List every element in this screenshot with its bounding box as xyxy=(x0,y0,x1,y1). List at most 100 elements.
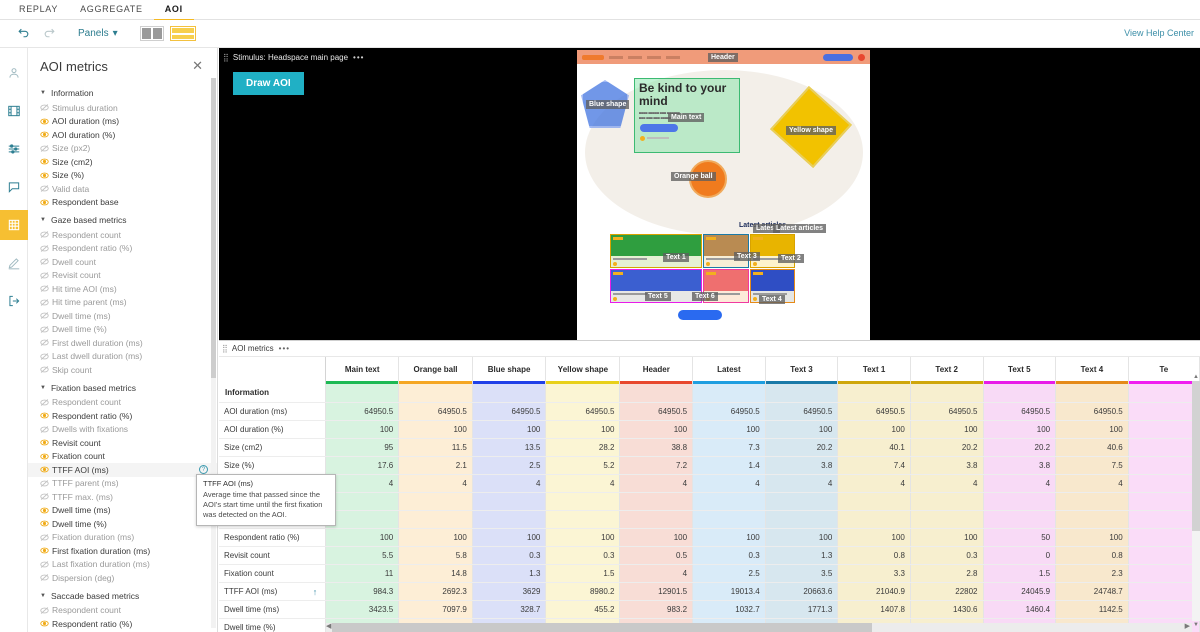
aoi-label-yellow-shape[interactable]: Yellow shape xyxy=(786,126,836,135)
metric-item-ttff-max-ms-[interactable]: TTFF max. (ms) xyxy=(28,490,217,504)
settings-sliders-icon[interactable] xyxy=(0,134,28,164)
metric-item-respondent-count[interactable]: Respondent count xyxy=(28,228,217,242)
undo-icon[interactable] xyxy=(10,21,36,47)
row-label[interactable]: Information xyxy=(219,384,327,403)
row-label[interactable]: AOI duration (%) xyxy=(219,420,327,439)
tag-icon[interactable] xyxy=(0,172,28,202)
aoi-text-3[interactable] xyxy=(703,234,749,268)
metric-item-last-fixation-duration-ms-[interactable]: Last fixation duration (ms) xyxy=(28,558,217,572)
tab-aoi[interactable]: AOI xyxy=(153,0,194,21)
scroll-right-icon[interactable]: ▶ xyxy=(1185,622,1190,630)
row-label[interactable]: Dwell time (%) xyxy=(219,618,327,632)
scroll-down-icon[interactable]: ▼ xyxy=(1193,622,1199,628)
aoi-label-text-5[interactable]: Text 5 xyxy=(645,292,671,301)
table-drag-handle-icon[interactable]: ⣿ xyxy=(222,344,228,353)
metric-item-fixation-count[interactable]: Fixation count xyxy=(28,450,217,464)
metric-item-aoi-duration-[interactable]: AOI duration (%) xyxy=(28,128,217,142)
column-header-latest[interactable]: Latest xyxy=(692,357,766,381)
sidebar-scrollbar-thumb[interactable] xyxy=(211,78,216,378)
column-header-header[interactable]: Header xyxy=(619,357,694,381)
metric-item-skip-count[interactable]: Skip count xyxy=(28,363,217,377)
edit-pencil-icon[interactable] xyxy=(0,248,28,278)
draw-aoi-button[interactable]: Draw AOI xyxy=(233,72,304,95)
metric-item-revisit-count[interactable]: Revisit count xyxy=(28,436,217,450)
row-label[interactable]: Revisit count xyxy=(219,546,327,565)
aoi-label-latest-articles[interactable]: Latest articles xyxy=(773,224,827,233)
metric-item-ttff-aoi-ms-[interactable]: TTFF AOI (ms)? xyxy=(28,463,217,477)
column-header-blue-shape[interactable]: Blue shape xyxy=(472,357,547,381)
tab-aggregate[interactable]: AGGREGATE xyxy=(69,0,154,21)
metric-item-size-[interactable]: Size (%) xyxy=(28,169,217,183)
metric-item-respondent-ratio-[interactable]: Respondent ratio (%) xyxy=(28,617,217,631)
scroll-left-icon[interactable]: ◀ xyxy=(326,622,331,630)
table-horizontal-scrollbar-thumb[interactable] xyxy=(332,623,872,632)
table-horizontal-scrollbar[interactable]: ◀ ▶ xyxy=(326,623,1192,632)
help-icon[interactable]: ? xyxy=(199,465,208,475)
aoi-label-text-1[interactable]: Text 1 xyxy=(663,253,689,262)
metric-item-dwell-time-[interactable]: Dwell time (%) xyxy=(28,323,217,337)
metric-item-first-dwell-duration-ms-[interactable]: First dwell duration (ms) xyxy=(28,336,217,350)
metric-item-respondent-ratio-[interactable]: Respondent ratio (%) xyxy=(28,409,217,423)
row-label[interactable]: AOI duration (ms) xyxy=(219,402,327,421)
metric-item-size-cm2-[interactable]: Size (cm2) xyxy=(28,155,217,169)
stimulus-image[interactable]: Be kind to your mind ▄▄▄▄ ▄▄▄▄▄ ▄▄▄ ▄▄▄▄… xyxy=(577,50,870,340)
column-header-text-2[interactable]: Text 2 xyxy=(910,357,984,381)
metric-item-fixation-duration-ms-[interactable]: Fixation duration (ms) xyxy=(28,531,217,545)
column-header-main-text[interactable]: Main text xyxy=(325,357,400,381)
media-film-icon[interactable] xyxy=(0,96,28,126)
tab-replay[interactable]: REPLAY xyxy=(8,0,69,21)
metric-item-dwell-time-ms-[interactable]: Dwell time (ms) xyxy=(28,504,217,518)
row-label[interactable]: TTFF AOI (ms) ↑ xyxy=(219,582,327,601)
table-more-menu[interactable]: ••• xyxy=(279,344,290,353)
metric-item-ttff-parent-ms-[interactable]: TTFF parent (ms) xyxy=(28,477,217,491)
column-header-text-4[interactable]: Text 4 xyxy=(1055,357,1129,381)
row-label[interactable]: Fixation count xyxy=(219,564,327,583)
metric-item-aoi-duration-ms-[interactable]: AOI duration (ms) xyxy=(28,115,217,129)
metric-item-respondent-count[interactable]: Respondent count xyxy=(28,396,217,410)
column-header-te[interactable]: Te xyxy=(1128,357,1200,381)
aoi-label-text-3[interactable]: Text 3 xyxy=(734,252,760,261)
metrics-grid-icon[interactable] xyxy=(0,210,28,240)
metric-item-respondent-base[interactable]: Respondent base xyxy=(28,196,217,210)
view-help-center-link[interactable]: View Help Center xyxy=(1124,28,1194,38)
panels-dropdown[interactable]: Panels ▾ xyxy=(72,28,124,39)
row-label[interactable]: Size (cm2) xyxy=(219,438,327,457)
metrics-group-information[interactable]: ▼ Information xyxy=(28,82,217,101)
metrics-group-gaze-based-metrics[interactable]: ▼ Gaze based metrics xyxy=(28,209,217,228)
table-vertical-scrollbar-thumb[interactable] xyxy=(1192,381,1200,531)
aoi-label-header[interactable]: Header xyxy=(708,53,738,62)
metric-item-respondent-count[interactable]: Respondent count xyxy=(28,604,217,618)
close-icon[interactable]: ✕ xyxy=(192,58,207,74)
redo-icon[interactable] xyxy=(36,21,62,47)
aoi-text-1[interactable] xyxy=(610,234,702,268)
layout-split-vertical-button[interactable] xyxy=(139,26,164,41)
metric-item-last-dwell-duration-ms-[interactable]: Last dwell duration (ms) xyxy=(28,350,217,364)
scroll-up-icon[interactable]: ▲ xyxy=(1193,374,1199,380)
aoi-label-main-text[interactable]: Main text xyxy=(668,113,705,122)
column-header-text-1[interactable]: Text 1 xyxy=(837,357,911,381)
metric-item-size-px2-[interactable]: Size (px2) xyxy=(28,142,217,156)
metric-item-hit-time-parent-ms-[interactable]: Hit time parent (ms) xyxy=(28,296,217,310)
metric-item-respondent-ratio-[interactable]: Respondent ratio (%) xyxy=(28,242,217,256)
metric-item-stimulus-duration[interactable]: Stimulus duration xyxy=(28,101,217,115)
metric-item-dwell-time-ms-[interactable]: Dwell time (ms) xyxy=(28,309,217,323)
stimulus-more-menu[interactable]: ••• xyxy=(353,53,364,62)
metric-item-first-fixation-duration-ms-[interactable]: First fixation duration (ms) xyxy=(28,544,217,558)
column-header-yellow-shape[interactable]: Yellow shape xyxy=(545,357,621,381)
metric-item-revisit-count[interactable]: Revisit count xyxy=(28,269,217,283)
metric-item-dispersion-deg-[interactable]: Dispersion (deg) xyxy=(28,571,217,585)
aoi-label-orange-ball[interactable]: Orange ball xyxy=(671,172,716,181)
column-header-text-3[interactable]: Text 3 xyxy=(765,357,839,381)
layout-split-horizontal-button[interactable] xyxy=(169,26,196,41)
metric-item-dwell-count[interactable]: Dwell count xyxy=(28,255,217,269)
row-label[interactable]: Respondent ratio (%) xyxy=(219,528,327,547)
logout-icon[interactable] xyxy=(0,286,28,316)
aoi-label-blue-shape[interactable]: Blue shape xyxy=(586,100,630,109)
sort-ascending-icon[interactable]: ↑ xyxy=(313,587,318,597)
row-label[interactable]: Size (%) xyxy=(219,456,327,475)
aoi-label-text-2[interactable]: Text 2 xyxy=(778,254,804,263)
sidebar-scrollbar[interactable] xyxy=(211,78,216,628)
drag-handle-icon[interactable]: ⣿ xyxy=(223,53,229,62)
aoi-label-text-4[interactable]: Text 4 xyxy=(759,295,785,304)
metric-item-dwells-with-fixations[interactable]: Dwells with fixations xyxy=(28,423,217,437)
